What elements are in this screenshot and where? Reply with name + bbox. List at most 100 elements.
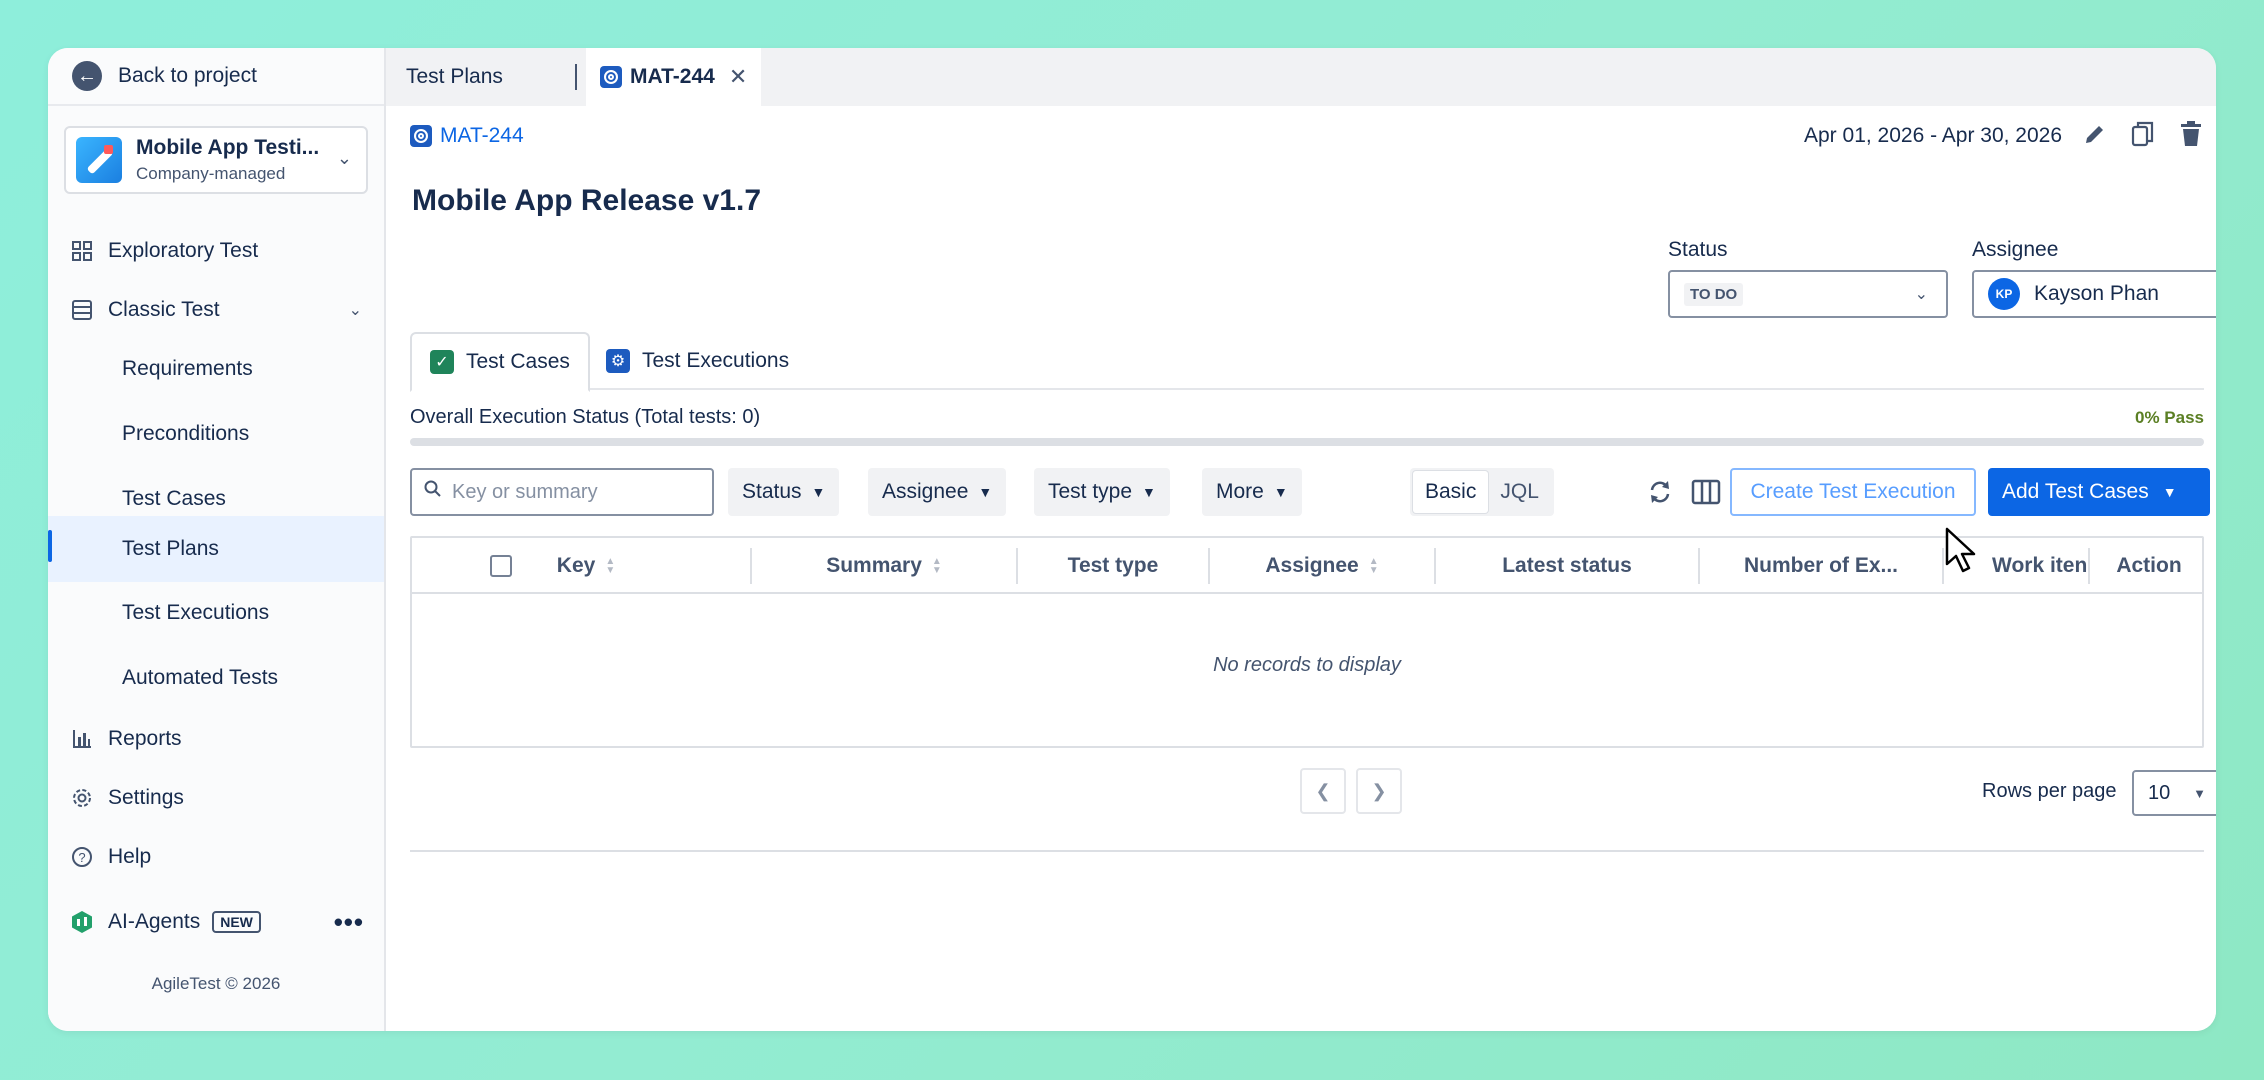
sidebar-item-test-executions[interactable]: Test Executions [48, 582, 384, 644]
section-divider [410, 850, 2204, 852]
chevron-down-icon: ▼ [2193, 785, 2206, 801]
rows-per-page-value: 10 [2148, 781, 2171, 804]
select-all-checkbox[interactable] [490, 555, 512, 577]
column-label: Test type [1067, 554, 1159, 577]
column-latest-status[interactable]: Latest status [1436, 538, 1698, 594]
column-label: Latest status [1502, 554, 1632, 577]
sidebar-item-label: Classic Test [108, 298, 220, 321]
assignee-select[interactable]: KP Kayson Phan ⌄ [1972, 270, 2216, 318]
back-to-project-link[interactable]: ← Back to project [48, 48, 384, 106]
chevron-down-icon: ⌄ [348, 302, 362, 319]
project-type: Company-managed [136, 164, 286, 183]
arrow-left-icon: ← [72, 61, 102, 91]
refresh-icon[interactable] [1644, 476, 1676, 508]
create-test-execution-button[interactable]: Create Test Execution [1730, 468, 1976, 516]
column-summary[interactable]: Summary ▲ ▼ [752, 538, 1016, 594]
grid-icon [70, 239, 94, 263]
check-icon: ✓ [430, 350, 454, 374]
ai-agent-icon [70, 910, 94, 934]
execution-progress-bar [410, 438, 2204, 446]
sub-tab-label: Test Cases [466, 350, 570, 373]
tab-bar: Test Plans MAT-244 ✕ [386, 48, 2216, 106]
back-label: Back to project [118, 64, 257, 87]
search-box[interactable] [410, 468, 714, 516]
table-icon [70, 298, 94, 322]
rows-per-page-select[interactable]: 10 ▼ [2132, 770, 2216, 816]
tab-label: MAT-244 [630, 65, 715, 88]
mouse-cursor-icon [1945, 527, 1976, 573]
project-switcher[interactable]: Mobile App Testi... Company-managed ⌄ [64, 126, 368, 194]
sidebar-item-help[interactable]: ? Help [48, 826, 384, 888]
sidebar-item-classic-test[interactable]: Classic Test ⌄ [48, 279, 384, 341]
sidebar-item-exploratory-test[interactable]: Exploratory Test [48, 220, 384, 282]
assignee-label: Assignee [1972, 238, 2059, 261]
columns-icon[interactable] [1690, 476, 1722, 508]
close-icon[interactable]: ✕ [729, 64, 747, 90]
chevron-down-icon: ⌄ [1914, 286, 1928, 303]
tab-mat-244[interactable]: MAT-244 ✕ [586, 48, 762, 106]
sidebar-item-preconditions[interactable]: Preconditions [48, 403, 384, 465]
toolbar: Status ▼ Assignee ▼ Test type ▼ More ▼ B… [410, 468, 2210, 516]
tab-test-executions[interactable]: ⚙ Test Executions [588, 332, 807, 390]
test-plan-icon [410, 125, 432, 147]
assignee-name: Kayson Phan [2034, 282, 2159, 305]
chevron-right-icon: ❯ [1371, 780, 1387, 801]
tab-test-plans[interactable]: Test Plans [386, 48, 523, 106]
chevron-down-icon: ⌄ [336, 148, 352, 168]
column-label: Key [556, 554, 596, 577]
sidebar: ← Back to project Mobile App Testi... Co… [48, 48, 386, 1031]
tab-label: Test Plans [406, 65, 503, 88]
sidebar-item-label: Exploratory Test [108, 239, 259, 262]
sidebar-item-settings[interactable]: Settings [48, 767, 384, 829]
breadcrumb-key: MAT-244 [440, 124, 524, 147]
svg-text:?: ? [78, 850, 85, 865]
sidebar-item-label: Test Cases [122, 487, 226, 510]
copy-icon[interactable] [2130, 120, 2156, 148]
sidebar-item-reports[interactable]: Reports [48, 708, 384, 770]
column-label: Assignee [1265, 554, 1359, 577]
gear-icon [70, 786, 94, 810]
filter-test-type-button[interactable]: Test type ▼ [1034, 468, 1170, 516]
mode-basic-button[interactable]: Basic [1413, 471, 1489, 513]
column-test-type[interactable]: Test type [1018, 538, 1208, 594]
project-name: Mobile App Testi... [136, 136, 320, 159]
sidebar-item-ai-agents[interactable]: AI-Agents NEW ••• [48, 891, 384, 953]
tab-test-cases[interactable]: ✓ Test Cases [410, 332, 590, 392]
gear-icon: ⚙ [606, 349, 630, 373]
search-input[interactable] [452, 480, 702, 504]
column-number-of-executions[interactable]: Number of Ex... [1700, 538, 1942, 594]
trash-icon[interactable] [2178, 120, 2204, 148]
sidebar-item-label: Automated Tests [122, 666, 279, 689]
filter-more-button[interactable]: More ▼ [1202, 468, 1302, 516]
column-assignee[interactable]: Assignee ▲ ▼ [1210, 538, 1434, 594]
pass-percentage: 0% Pass [2135, 408, 2204, 427]
table-header: Key ▲ ▼ Summary ▲ ▼ Test type Assignee ▲ ▼ [412, 538, 2202, 594]
status-select[interactable]: TO DO ⌄ [1668, 270, 1948, 318]
sidebar-item-label: Settings [108, 786, 184, 809]
breadcrumb[interactable]: MAT-244 [410, 124, 524, 148]
column-key[interactable]: Key ▲ ▼ [534, 538, 638, 594]
sidebar-item-label: Help [108, 845, 152, 868]
mode-jql-button[interactable]: JQL [1488, 471, 1551, 513]
status-label: Status [1668, 238, 1728, 261]
sort-icon: ▲ ▼ [605, 556, 616, 576]
sidebar-item-test-plans[interactable]: Test Plans [48, 516, 384, 582]
sub-tab-label: Test Executions [642, 349, 790, 372]
sidebar-item-label: Reports [108, 727, 182, 750]
column-label: Summary [826, 554, 922, 577]
date-range: Apr 01, 2026 - Apr 30, 2026 [1804, 124, 2063, 147]
rows-per-page-label: Rows per page [1982, 780, 2117, 802]
sidebar-item-label: Preconditions [122, 422, 250, 445]
sidebar-item-automated-tests[interactable]: Automated Tests [48, 647, 384, 709]
filter-assignee-button[interactable]: Assignee ▼ [868, 468, 1007, 516]
filter-status-button[interactable]: Status ▼ [728, 468, 840, 516]
next-page-button[interactable]: ❯ [1356, 768, 1402, 814]
sidebar-item-requirements[interactable]: Requirements [48, 338, 384, 400]
chevron-down-icon: ▼ [1142, 484, 1156, 500]
add-test-cases-button[interactable]: Add Test Cases ▼ [1988, 468, 2210, 516]
tab-separator [575, 64, 577, 90]
more-options-icon[interactable]: ••• [334, 907, 364, 938]
edit-icon[interactable] [2082, 120, 2108, 148]
footer-copyright: AgileTest © 2026 [151, 974, 281, 993]
prev-page-button[interactable]: ❮ [1300, 768, 1346, 814]
